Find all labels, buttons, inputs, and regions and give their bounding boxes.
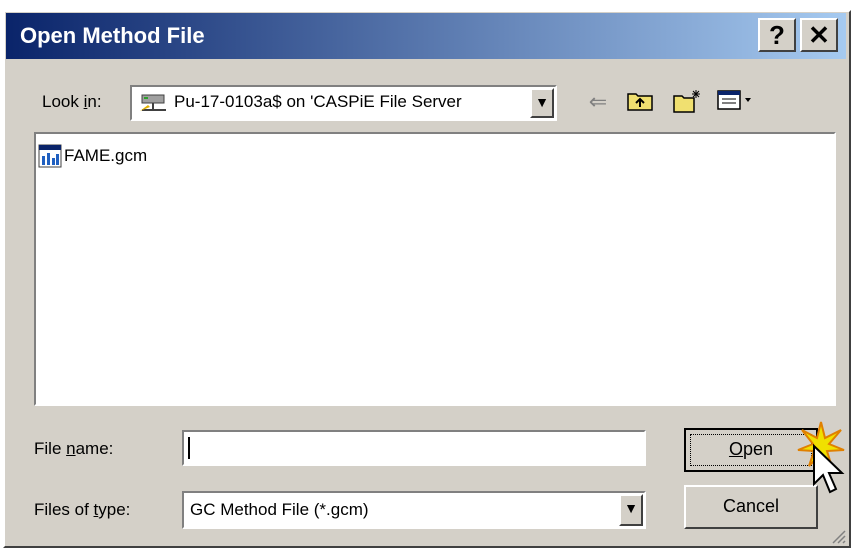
file-list[interactable]: FAME.gcm [34,132,836,406]
look-in-label: Look in: [42,92,102,111]
dialog-title: Open Method File [20,23,205,48]
file-name-label: FAME.gcm [64,146,148,165]
view-menu-icon[interactable] [716,88,756,116]
look-in-combo[interactable]: Pu-17-0103a$ on 'CASPiE File Server ▼ [130,85,557,121]
files-of-type-select[interactable]: GC Method File (*.gcm) ▼ [182,491,646,529]
look-in-dropdown-button[interactable]: ▼ [530,88,554,118]
text-cursor [188,437,190,459]
resize-grip-icon[interactable] [830,528,846,544]
files-of-type-dropdown-button[interactable]: ▼ [619,494,643,526]
mouse-pointer-icon [812,443,848,498]
gc-method-file-icon [38,144,62,168]
file-name-label-static: File name: [34,439,114,458]
back-arrow-icon[interactable]: ⇐ [584,88,612,116]
files-of-type-label: Files of type: [34,500,131,519]
cancel-button[interactable]: Cancel [684,485,818,529]
look-in-value: Pu-17-0103a$ on 'CASPiE File Server [174,92,462,111]
network-drive-icon [138,91,170,115]
close-button[interactable]: ✕ [800,18,838,52]
up-folder-icon[interactable] [626,88,654,116]
files-of-type-value: GC Method File (*.gcm) [190,500,369,519]
title-bar[interactable]: Open Method File ? ✕ [6,13,846,59]
file-name-input[interactable] [182,430,646,466]
new-folder-icon[interactable] [672,88,700,116]
help-button[interactable]: ? [758,18,796,52]
